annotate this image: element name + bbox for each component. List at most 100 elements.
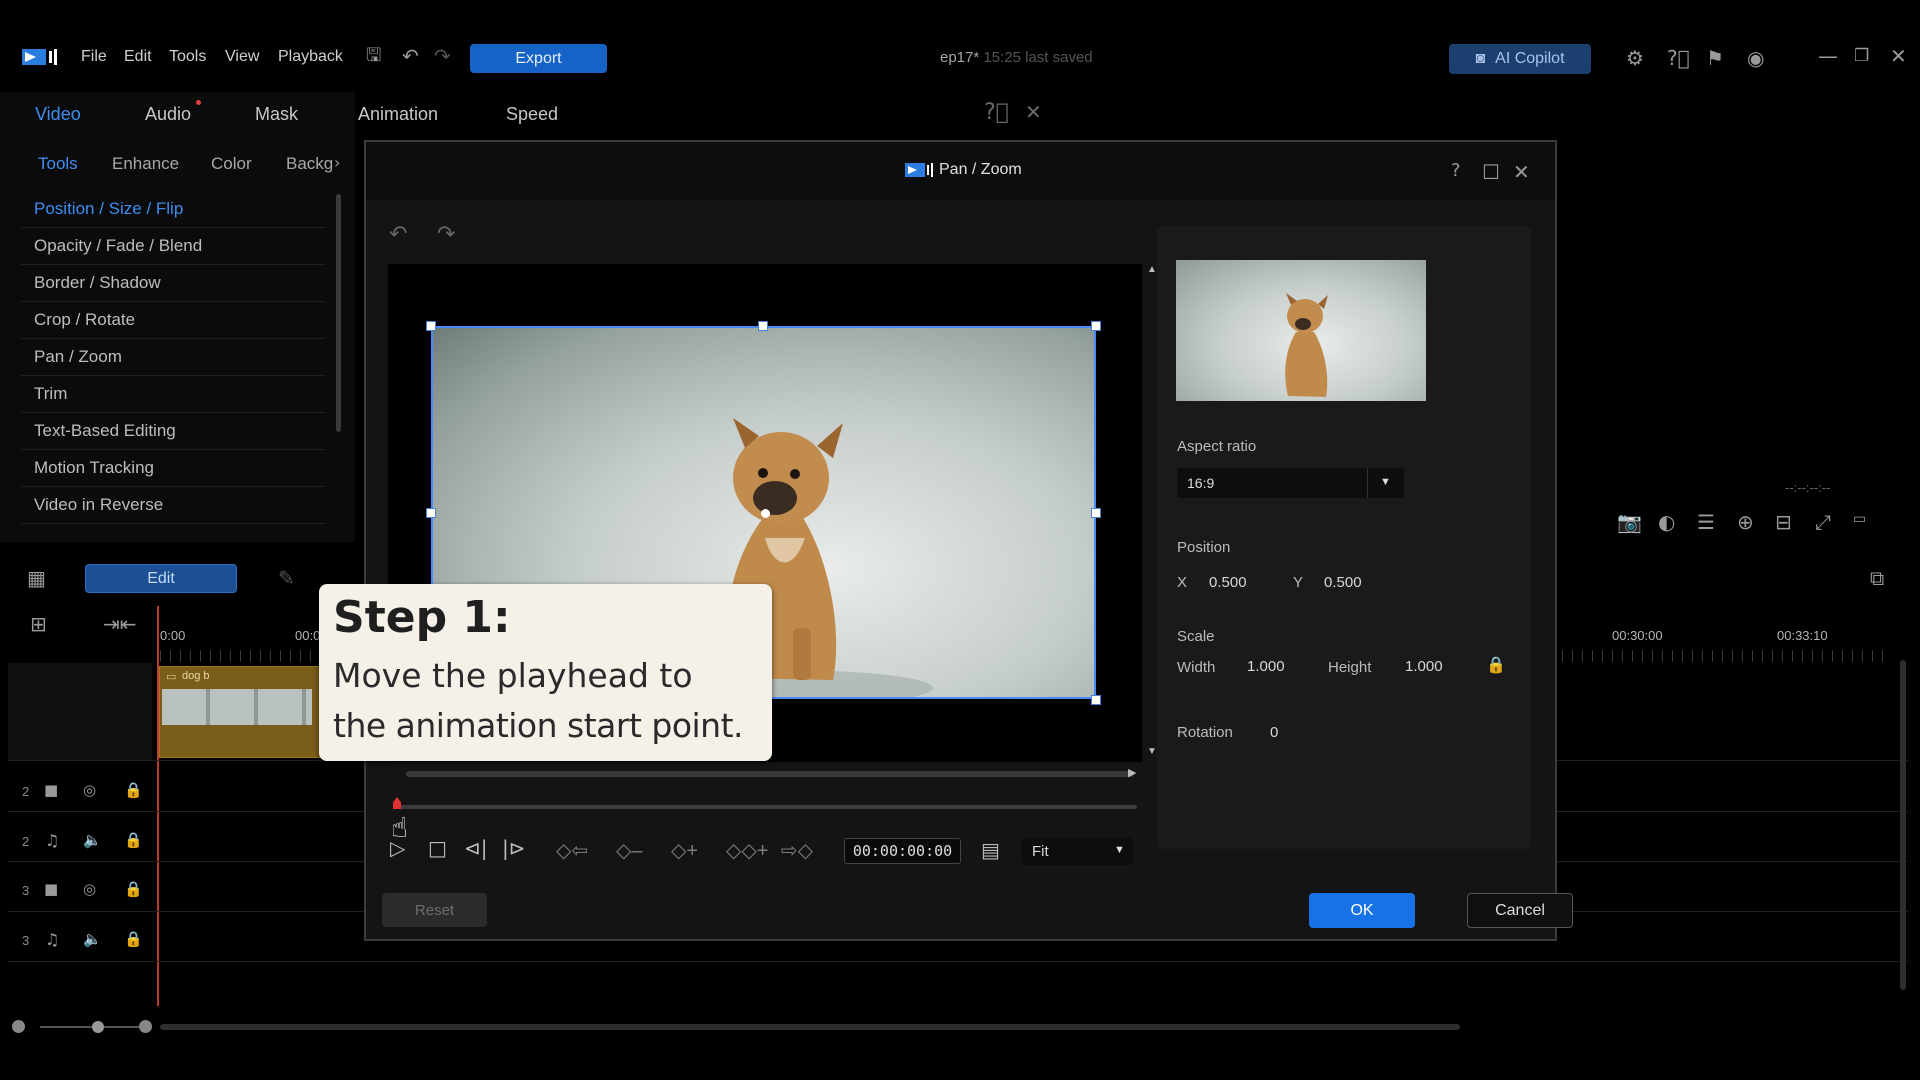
export-button[interactable]: Export bbox=[470, 44, 607, 73]
tab-mask[interactable]: Mask bbox=[255, 104, 298, 125]
pen-icon[interactable]: ✎ bbox=[278, 568, 295, 588]
tool-border-shadow[interactable]: Border / Shadow bbox=[20, 265, 325, 302]
minimize-icon[interactable]: — bbox=[1818, 46, 1838, 66]
snapshot-icon[interactable]: 📷 bbox=[1617, 512, 1642, 532]
tab-animation[interactable]: Animation bbox=[358, 104, 438, 125]
scroll-down-icon[interactable]: ▼ bbox=[1147, 746, 1157, 757]
timecode-display[interactable]: 00:00:00:00 bbox=[844, 838, 961, 864]
zoom-preview-icon[interactable]: ⊕ bbox=[1737, 512, 1754, 532]
lock-icon[interactable]: 🔒 bbox=[124, 783, 143, 798]
duplicate-keyframe-icon[interactable]: ◇◇+ bbox=[726, 838, 768, 863]
fullscreen-icon[interactable]: ⤢ bbox=[1815, 512, 1831, 532]
tool-opacity-fade-blend[interactable]: Opacity / Fade / Blend bbox=[20, 228, 325, 265]
save-icon[interactable]: 🖫 bbox=[366, 47, 381, 65]
tool-pan-zoom[interactable]: Pan / Zoom bbox=[20, 339, 325, 376]
help-icon[interactable]: ?⃝ bbox=[1667, 48, 1690, 68]
lock-icon[interactable]: 🔒 bbox=[124, 932, 143, 947]
ok-button[interactable]: OK bbox=[1309, 893, 1415, 928]
zoom-in-icon[interactable] bbox=[139, 1020, 152, 1033]
notification-icon[interactable]: ⚑ bbox=[1706, 48, 1724, 68]
play-icon[interactable]: ▷ bbox=[390, 838, 405, 858]
reset-button[interactable]: Reset bbox=[382, 893, 487, 927]
dialog-redo-icon[interactable]: ↷ bbox=[437, 224, 455, 246]
eye-icon[interactable]: ◎ bbox=[83, 882, 96, 897]
timeline-layout-icon[interactable]: ▦ bbox=[27, 568, 46, 588]
restore-icon[interactable]: ❐ bbox=[1854, 48, 1869, 65]
undo-icon[interactable]: ↶ bbox=[402, 46, 419, 66]
tool-motion-tracking[interactable]: Motion Tracking bbox=[20, 450, 325, 487]
tool-crop-rotate[interactable]: Crop / Rotate bbox=[20, 302, 325, 339]
redo-icon[interactable]: ↷ bbox=[434, 46, 451, 66]
lock-icon[interactable]: 🔒 bbox=[124, 833, 143, 848]
tab-video[interactable]: Video bbox=[35, 104, 81, 125]
lock-icon[interactable]: 🔒 bbox=[124, 882, 143, 897]
subtab-enhance[interactable]: Enhance bbox=[112, 154, 179, 174]
stop-icon[interactable]: □ bbox=[428, 838, 447, 858]
speaker-icon[interactable]: 🔈 bbox=[83, 833, 102, 848]
zoom-out-icon[interactable] bbox=[12, 1020, 25, 1033]
remove-keyframe-icon[interactable]: ◇– bbox=[616, 838, 643, 863]
menu-view[interactable]: View bbox=[225, 48, 259, 66]
chevron-right-icon[interactable]: › bbox=[334, 155, 340, 171]
safe-zone-icon[interactable]: ▤ bbox=[981, 840, 1000, 860]
tool-text-based-editing[interactable]: Text-Based Editing bbox=[20, 413, 325, 450]
resize-handle-ml[interactable] bbox=[426, 508, 436, 518]
position-y-input[interactable]: 0.500 bbox=[1324, 574, 1362, 591]
account-icon[interactable]: ◉ bbox=[1747, 48, 1764, 68]
tool-trim[interactable]: Trim bbox=[20, 376, 325, 413]
scale-width-input[interactable]: 1.000 bbox=[1247, 658, 1285, 675]
panel-close-icon[interactable]: ✕ bbox=[1025, 102, 1042, 122]
aspect-ratio-select[interactable]: 16:9 ▼ bbox=[1177, 468, 1404, 498]
panel-help-icon[interactable]: ?⃝ bbox=[984, 102, 1009, 124]
add-track-icon[interactable]: ⊞ bbox=[30, 614, 47, 634]
cancel-button[interactable]: Cancel bbox=[1467, 893, 1573, 928]
menu-edit[interactable]: Edit bbox=[124, 48, 152, 66]
aspect-ratio-icon[interactable]: ▭ bbox=[1853, 512, 1866, 526]
subtab-tools[interactable]: Tools bbox=[38, 154, 78, 174]
center-point[interactable] bbox=[761, 509, 770, 518]
resize-handle-tl[interactable] bbox=[426, 321, 436, 331]
tab-audio[interactable]: Audio bbox=[145, 104, 191, 125]
zoom-slider[interactable] bbox=[40, 1026, 140, 1028]
resize-handle-br[interactable] bbox=[1091, 695, 1101, 705]
menu-playback[interactable]: Playback bbox=[278, 48, 343, 66]
video-clip[interactable]: ▭ dog b bbox=[159, 666, 324, 758]
resize-handle-tc[interactable] bbox=[758, 321, 768, 331]
resize-handle-tr[interactable] bbox=[1091, 321, 1101, 331]
edit-button[interactable]: Edit bbox=[85, 564, 237, 593]
subtab-color[interactable]: Color bbox=[211, 154, 252, 174]
render-preview-icon[interactable]: ◐ bbox=[1658, 512, 1675, 532]
timeline-vertical-scrollbar[interactable] bbox=[1900, 660, 1906, 990]
playback-scrub-track[interactable] bbox=[394, 805, 1137, 809]
dialog-maximize-icon[interactable]: ☐ bbox=[1482, 162, 1500, 182]
eye-icon[interactable]: ◎ bbox=[83, 783, 96, 798]
menu-file[interactable]: File bbox=[81, 48, 107, 66]
next-keyframe-icon[interactable]: ⇨◇ bbox=[781, 838, 813, 863]
fit-timeline-icon[interactable]: ⇥⇤ bbox=[103, 614, 137, 634]
timeline-settings-icon[interactable]: ⧉ bbox=[1870, 568, 1884, 588]
aspect-lock-icon[interactable]: 🔒 bbox=[1486, 655, 1506, 675]
speaker-icon[interactable]: 🔈 bbox=[83, 932, 102, 947]
scale-height-input[interactable]: 1.000 bbox=[1405, 658, 1443, 675]
tools-scrollbar[interactable] bbox=[336, 194, 341, 432]
next-frame-icon[interactable]: |⊳ bbox=[502, 838, 526, 858]
list-icon[interactable]: ☰ bbox=[1697, 512, 1715, 532]
tab-speed[interactable]: Speed bbox=[506, 104, 558, 125]
horizontal-scroll-track[interactable] bbox=[406, 771, 1134, 777]
gear-icon[interactable]: ⚙ bbox=[1626, 48, 1644, 68]
add-keyframe-icon[interactable]: ◇+ bbox=[671, 838, 698, 863]
layout-icon[interactable]: ⊟ bbox=[1775, 512, 1792, 532]
subtab-background[interactable]: Backg bbox=[286, 154, 333, 174]
tool-video-in-reverse[interactable]: Video in Reverse bbox=[20, 487, 325, 524]
previous-frame-icon[interactable]: ⊲| bbox=[464, 838, 488, 858]
tool-position-size-flip[interactable]: Position / Size / Flip bbox=[20, 191, 325, 228]
position-x-input[interactable]: 0.500 bbox=[1209, 574, 1247, 591]
close-app-icon[interactable]: ✕ bbox=[1890, 46, 1907, 66]
menu-tools[interactable]: Tools bbox=[169, 48, 206, 66]
dialog-close-icon[interactable]: ✕ bbox=[1513, 162, 1530, 182]
scroll-right-icon[interactable]: ▶ bbox=[1128, 766, 1136, 779]
resize-handle-mr[interactable] bbox=[1091, 508, 1101, 518]
dialog-undo-icon[interactable]: ↶ bbox=[389, 224, 407, 246]
fit-dropdown[interactable]: Fit ▼ bbox=[1022, 838, 1133, 865]
ai-copilot-button[interactable]: ◙ AI Copilot bbox=[1449, 44, 1591, 74]
